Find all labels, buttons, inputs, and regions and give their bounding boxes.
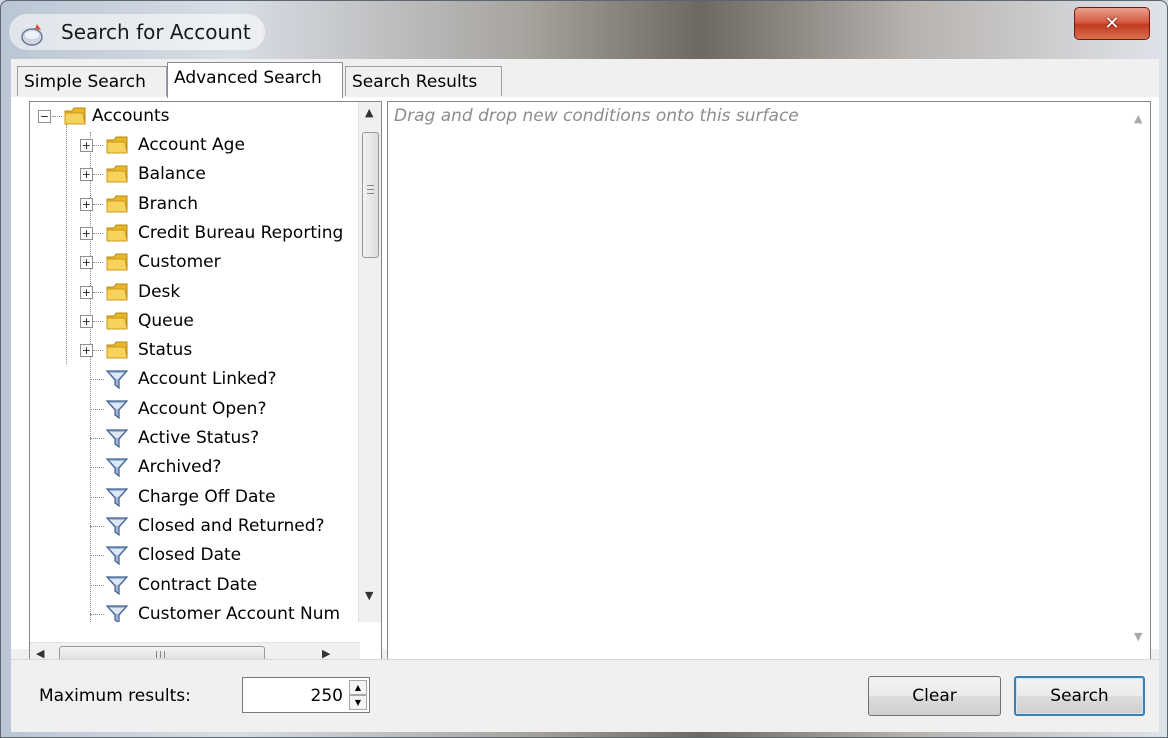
folder-icon <box>106 224 128 242</box>
tree-node-label: Account Linked? <box>138 369 277 389</box>
expand-icon[interactable]: + <box>80 198 93 211</box>
tree-node-label: Active Status? <box>138 428 260 448</box>
bottom-bar: Maximum results: 250 ▲ ▼ Clear Search <box>11 659 1159 732</box>
funnel-icon <box>105 458 129 478</box>
expand-icon[interactable]: + <box>80 168 93 181</box>
tree-node-label: Account Open? <box>138 399 267 419</box>
tab-label: Advanced Search <box>174 68 322 88</box>
surface-scrollbar[interactable]: ▲ ▼ <box>1128 102 1150 665</box>
funnel-icon <box>105 400 129 420</box>
expand-icon[interactable]: + <box>80 344 93 357</box>
tree-list: − Accounts + Account Age + Balance + Branch + C… <box>30 102 360 622</box>
folder-icon <box>64 107 86 125</box>
condition-tree[interactable]: − Accounts + Account Age + Balance + Branch + C… <box>29 101 382 666</box>
tree-node-label: Balance <box>138 164 206 184</box>
scroll-down-arrow-icon[interactable]: ▼ <box>1134 630 1142 643</box>
tree-node-label: Closed Date <box>138 545 242 565</box>
scroll-thumb[interactable] <box>362 132 379 258</box>
tab-strip: Simple Search Advanced Search Search Res… <box>11 59 1159 98</box>
scroll-up-arrow-icon[interactable]: ▲ <box>365 106 373 119</box>
funnel-icon <box>105 517 129 537</box>
tab-label: Simple Search <box>24 72 146 92</box>
tree-node-label: Desk <box>138 282 181 302</box>
window-title: Search for Account <box>61 20 251 44</box>
expand-icon[interactable]: + <box>80 139 93 152</box>
scroll-up-arrow-icon[interactable]: ▲ <box>1134 112 1142 125</box>
funnel-icon <box>105 429 129 449</box>
max-results-value[interactable]: 250 <box>311 686 343 706</box>
tree-node-label: Contract Date <box>138 575 258 595</box>
tree-node-label: Status <box>138 340 193 360</box>
folder-icon <box>106 195 128 213</box>
close-button[interactable]: ✕ <box>1074 7 1150 40</box>
drop-hint: Drag and drop new conditions onto this s… <box>394 106 799 126</box>
funnel-icon <box>105 488 129 508</box>
search-app-icon <box>21 24 43 46</box>
tree-node-label: Queue <box>138 311 194 331</box>
title-bar[interactable]: Search for Account ✕ <box>1 1 1167 59</box>
tab-simple-search[interactable]: Simple Search <box>17 66 167 96</box>
folder-icon <box>106 136 128 154</box>
folder-icon <box>106 341 128 359</box>
spin-buttons: ▲ ▼ <box>349 680 367 710</box>
funnel-icon <box>105 576 129 596</box>
expand-icon[interactable]: + <box>80 256 93 269</box>
folder-icon <box>106 165 128 183</box>
search-button[interactable]: Search <box>1014 676 1145 716</box>
folder-icon <box>106 312 128 330</box>
scroll-down-arrow-icon[interactable]: ▼ <box>365 589 373 602</box>
funnel-icon <box>105 370 129 390</box>
max-results-label: Maximum results: <box>39 686 191 706</box>
tree-node-label: Account Age <box>138 135 245 155</box>
condition-drop-surface[interactable]: Drag and drop new conditions onto this s… <box>387 101 1151 666</box>
dialog-client-area: Simple Search Advanced Search Search Res… <box>11 59 1159 732</box>
tree-node-label: Closed and Returned? <box>138 516 325 536</box>
close-icon: ✕ <box>1104 13 1120 34</box>
folder-icon <box>106 253 128 271</box>
spin-down-icon[interactable]: ▼ <box>349 695 367 710</box>
expand-icon[interactable]: + <box>80 286 93 299</box>
funnel-icon <box>105 546 129 566</box>
tree-node-label: Charge Off Date <box>138 487 276 507</box>
tree-node-label: Customer Account Num <box>138 604 341 622</box>
expand-icon[interactable]: + <box>80 315 93 328</box>
tree-vertical-scrollbar[interactable]: ▲ ▼ <box>358 102 381 622</box>
spin-up-icon[interactable]: ▲ <box>349 680 367 695</box>
tree-node-label: Accounts <box>92 106 170 126</box>
tree-node-label: Archived? <box>138 457 222 477</box>
collapse-icon[interactable]: − <box>38 110 51 123</box>
tree-node-label: Customer <box>138 252 221 272</box>
tab-advanced-search[interactable]: Advanced Search <box>167 62 343 98</box>
tab-search-results[interactable]: Search Results <box>345 66 502 96</box>
expand-icon[interactable]: + <box>80 227 93 240</box>
tree-node-label: Branch <box>138 194 198 214</box>
funnel-icon <box>105 605 129 622</box>
tab-label: Search Results <box>352 72 478 92</box>
folder-icon <box>106 283 128 301</box>
tree-node-label: Credit Bureau Reporting <box>138 223 344 243</box>
max-results-stepper[interactable]: 250 ▲ ▼ <box>242 677 370 713</box>
search-for-account-window: Search for Account ✕ Simple Search Advan… <box>0 0 1168 738</box>
clear-button[interactable]: Clear <box>868 676 1001 716</box>
